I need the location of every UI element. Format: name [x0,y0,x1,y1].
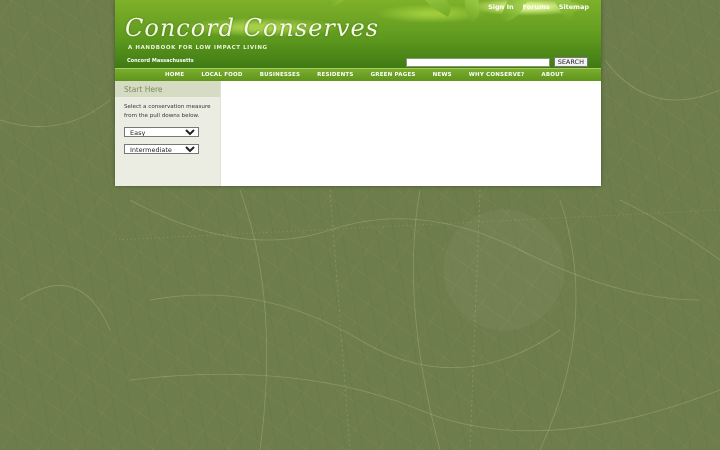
difficulty-select-easy[interactable]: Easy [124,127,199,137]
nav-item-residents[interactable]: RESIDENTS [317,72,353,78]
site-tagline: A HANDBOOK FOR LOW IMPACT LIVING [128,45,268,51]
nav-item-why-conserve[interactable]: WHY CONSERVE? [469,72,525,78]
site-location: Concord Massachusetts [127,58,194,64]
sign-in-link[interactable]: Sign In [488,3,514,11]
nav-item-local-food[interactable]: LOCAL FOOD [201,72,242,78]
sidebar: Start Here Select a conservation measure… [115,81,221,186]
main-content [221,81,601,186]
nav-item-green-pages[interactable]: GREEN PAGES [371,72,416,78]
search-button[interactable]: SEARCH [553,57,588,67]
leaf-decoration [326,0,354,12]
nav-item-businesses[interactable]: BUSINESSES [260,72,300,78]
search-bar: SEARCH [405,57,588,67]
leaf-decoration [413,0,457,17]
sitemap-link[interactable]: Sitemap [559,3,589,11]
leaf-decoration [458,0,486,23]
search-input[interactable] [405,57,550,67]
site-header: Concord Conserves A HANDBOOK FOR LOW IMP… [115,0,601,68]
site-logo[interactable]: Concord Conserves [125,14,379,42]
nav-item-about[interactable]: ABOUT [541,72,563,78]
top-links: Sign In Forums Sitemap [488,3,589,11]
difficulty-select-intermediate[interactable]: Intermediate [124,144,199,154]
sidebar-title: Start Here [115,81,220,97]
forums-link[interactable]: Forums [523,3,550,11]
main-nav: HOME LOCAL FOOD BUSINESSES RESIDENTS GRE… [115,68,601,81]
nav-item-news[interactable]: NEWS [433,72,452,78]
page-body: Start Here Select a conservation measure… [115,81,601,186]
sidebar-instructions: Select a conservation measure from the p… [124,104,211,119]
page-container: Concord Conserves A HANDBOOK FOR LOW IMP… [115,0,601,186]
nav-item-home[interactable]: HOME [165,72,184,78]
